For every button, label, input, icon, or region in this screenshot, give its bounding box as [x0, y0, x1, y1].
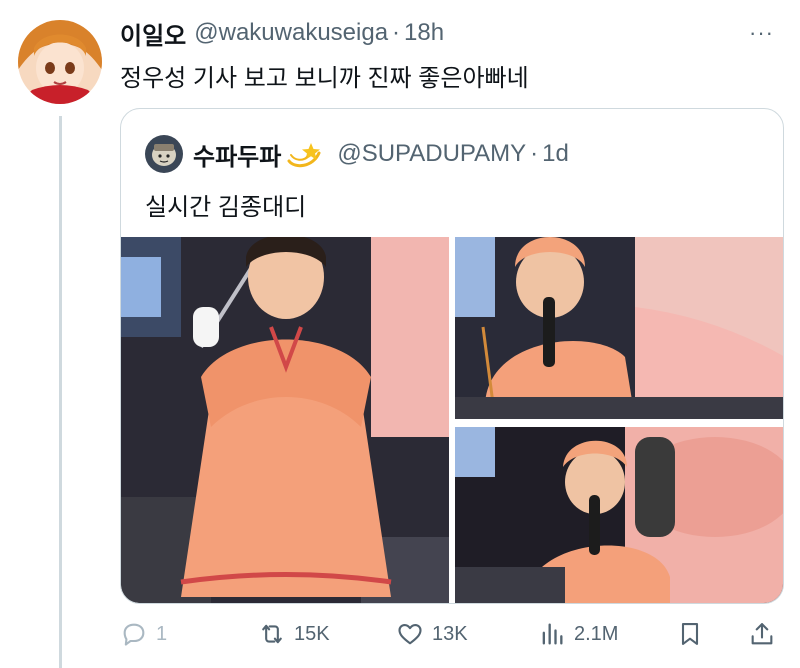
- retweet-button[interactable]: 15K: [258, 616, 330, 652]
- action-bar: 1 15K 13K 2.1M: [120, 616, 780, 652]
- reply-button[interactable]: 1: [120, 616, 167, 652]
- quote-display-name[interactable]: 수파두파: [193, 137, 281, 172]
- retweet-icon: [262, 624, 282, 644]
- performer-singing-photo-image: [455, 237, 783, 419]
- bookmark-button[interactable]: [676, 616, 704, 652]
- views-button[interactable]: 2.1M: [538, 616, 618, 652]
- separator-dot: ·: [392, 19, 401, 46]
- media-image-1[interactable]: [121, 237, 449, 603]
- media-image-3[interactable]: [455, 427, 783, 603]
- like-count: 13K: [432, 622, 468, 645]
- anime-girl-avatar-icon: [18, 20, 102, 104]
- views-count: 2.1M: [574, 622, 619, 645]
- share-icon: [751, 623, 773, 645]
- display-name[interactable]: 이일오: [120, 16, 186, 51]
- like-button[interactable]: 13K: [396, 616, 468, 652]
- dizzy-star-emoji-icon: [287, 143, 321, 168]
- more-options-icon[interactable]: ···: [749, 20, 774, 46]
- tweet-header: 이일오 @wakuwakuseiga · 18h: [120, 16, 444, 51]
- quote-tweet-card[interactable]: 수파두파 @SUPADUPAMY · 1d 실시간 김종대디: [120, 108, 784, 604]
- quote-avatar[interactable]: [145, 135, 183, 173]
- views-chart-icon: [542, 623, 563, 645]
- avatar[interactable]: [18, 20, 102, 104]
- quote-separator-dot: ·: [530, 140, 539, 167]
- quote-timestamp[interactable]: 1d: [542, 140, 569, 168]
- quote-header: 수파두파 @SUPADUPAMY · 1d: [193, 137, 569, 172]
- handle[interactable]: @wakuwakuseiga: [194, 19, 388, 47]
- tweet-text: 정우성 기사 보고 보니까 진짜 좋은아빠네: [120, 65, 529, 92]
- quote-handle[interactable]: @SUPADUPAMY: [337, 140, 526, 168]
- heart-icon: [398, 623, 422, 645]
- reply-icon: [123, 623, 145, 646]
- media-image-2[interactable]: [455, 237, 783, 419]
- performer-photo-image: [121, 237, 449, 603]
- character-avatar-icon: [145, 135, 183, 173]
- reply-count: 1: [156, 622, 168, 645]
- quote-text: 실시간 김종대디: [145, 194, 307, 221]
- share-button[interactable]: [748, 616, 776, 652]
- bookmark-icon: [681, 623, 699, 645]
- performer-closeup-photo-image: [455, 427, 783, 603]
- timestamp[interactable]: 18h: [404, 19, 444, 47]
- retweet-count: 15K: [294, 622, 330, 645]
- media-grid: [121, 237, 783, 603]
- thread-line: [59, 116, 62, 668]
